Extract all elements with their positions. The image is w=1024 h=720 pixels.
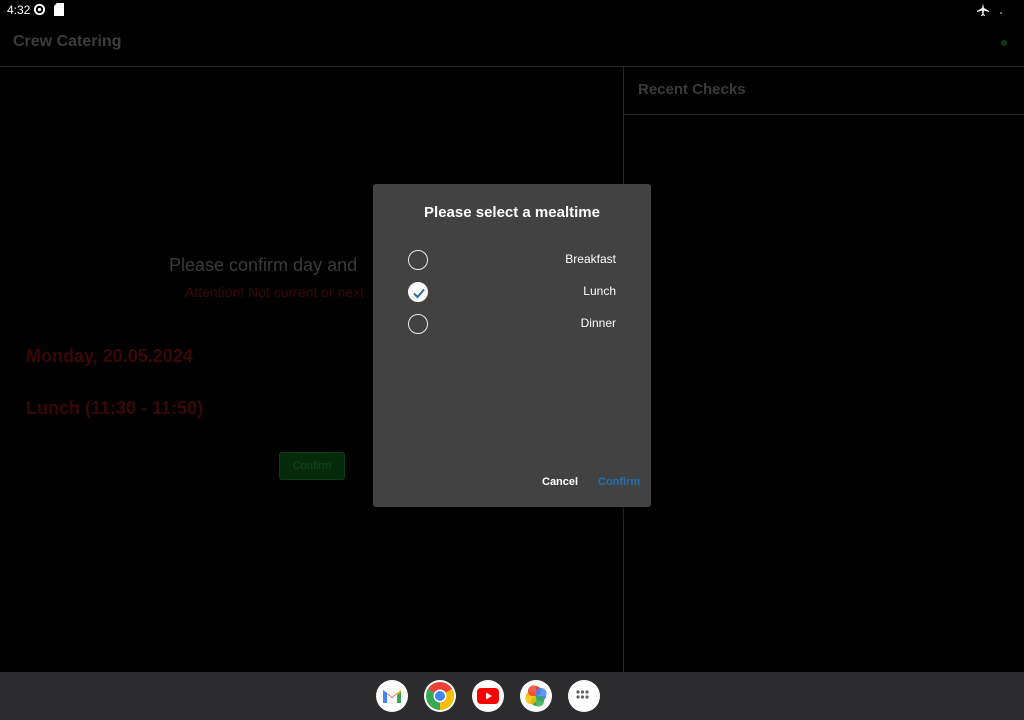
radio-unchecked-icon[interactable] <box>408 314 428 334</box>
sd-card-icon <box>54 3 64 16</box>
option-label: Dinner <box>580 316 616 330</box>
youtube-icon[interactable] <box>472 680 504 712</box>
dialog-confirm-button[interactable]: Confirm <box>598 476 640 488</box>
chrome-icon[interactable] <box>424 680 456 712</box>
dialog-title: Please select a mealtime <box>424 204 600 221</box>
selected-mealtime[interactable]: Lunch (11:30 - 11:50) <box>26 398 203 419</box>
option-lunch[interactable]: Lunch <box>373 276 651 308</box>
main-confirm-button[interactable]: Confirm <box>279 452 345 480</box>
app-drawer-icon[interactable] <box>568 680 600 712</box>
option-label: Breakfast <box>565 252 616 266</box>
settings-gear-icon <box>33 3 46 16</box>
status-bar: 4:32 <box>0 0 1024 20</box>
recent-checks-title: Recent Checks <box>638 81 746 98</box>
confirm-prompt: Please confirm day and <box>169 255 358 275</box>
radio-unchecked-icon[interactable] <box>408 250 428 270</box>
option-dinner[interactable]: Dinner <box>373 308 651 340</box>
photos-icon[interactable] <box>520 680 552 712</box>
attention-warning: Attention! Not current or next <box>185 284 364 300</box>
taskbar <box>0 672 1024 720</box>
selected-date[interactable]: Monday, 20.05.2024 <box>26 346 193 367</box>
app-bar: Crew Catering <box>0 20 1024 67</box>
recent-checks-panel: Recent Checks <box>623 67 1024 672</box>
status-dot <box>1000 12 1002 14</box>
radio-checked-icon[interactable] <box>408 282 428 302</box>
gmail-icon[interactable] <box>376 680 408 712</box>
app-title: Crew Catering <box>13 33 122 50</box>
option-label: Lunch <box>583 284 616 298</box>
divider <box>624 114 1024 115</box>
option-breakfast[interactable]: Breakfast <box>373 244 651 276</box>
connection-indicator <box>1001 40 1007 46</box>
mealtime-dialog: Please select a mealtime Breakfast Lunch… <box>373 184 651 507</box>
status-time: 4:32 <box>7 3 31 17</box>
checkmark-icon <box>413 288 425 299</box>
airplane-mode-icon <box>977 3 989 16</box>
cancel-button[interactable]: Cancel <box>542 476 578 488</box>
